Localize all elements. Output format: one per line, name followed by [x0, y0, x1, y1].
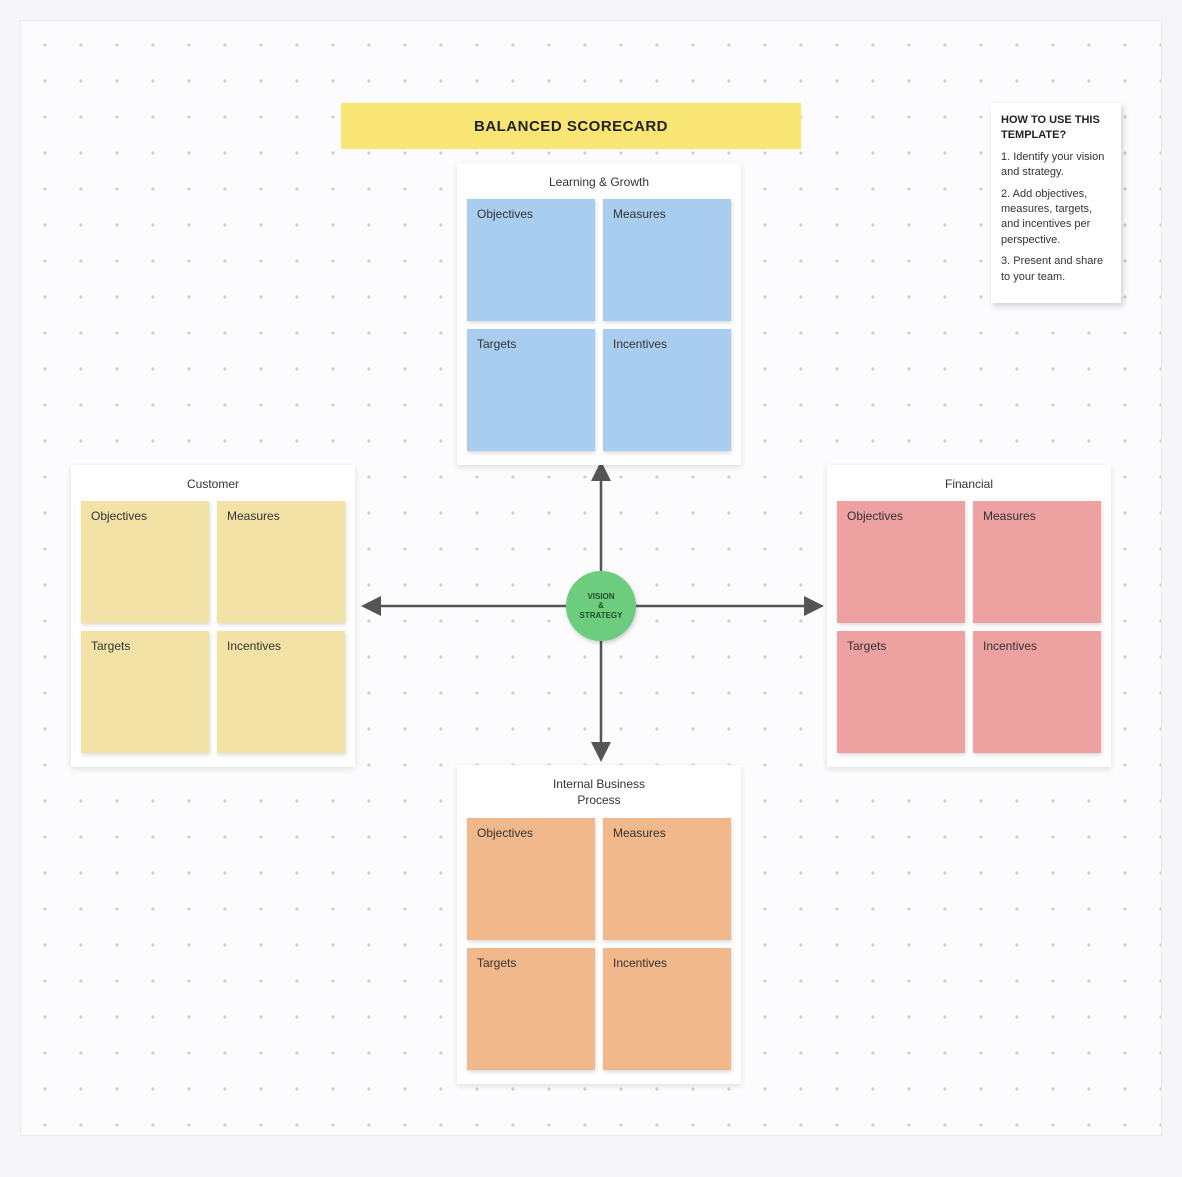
- hub-vision-strategy[interactable]: VISION & STRATEGY: [566, 571, 636, 641]
- card-grid-left: Objectives Measures Targets Incentives: [81, 501, 345, 753]
- card-label: Measures: [613, 207, 666, 221]
- card-objectives[interactable]: Objectives: [837, 501, 965, 623]
- help-box[interactable]: HOW TO USE THIS TEMPLATE? 1. Identify yo…: [991, 103, 1121, 303]
- card-objectives[interactable]: Objectives: [81, 501, 209, 623]
- hub-line2: &: [598, 601, 604, 610]
- card-measures[interactable]: Measures: [973, 501, 1101, 623]
- card-grid-right: Objectives Measures Targets Incentives: [837, 501, 1101, 753]
- hub-line1: VISION: [587, 592, 614, 601]
- card-targets[interactable]: Targets: [837, 631, 965, 753]
- card-label: Targets: [91, 639, 130, 653]
- panel-title-top: Learning & Growth: [467, 175, 731, 189]
- card-label: Targets: [847, 639, 886, 653]
- card-incentives[interactable]: Incentives: [973, 631, 1101, 753]
- panel-title-bottom: Internal Business Process: [467, 777, 731, 808]
- help-step-1: 1. Identify your vision and strategy.: [1001, 150, 1111, 181]
- title-banner[interactable]: BALANCED SCORECARD: [341, 103, 801, 149]
- card-label: Objectives: [91, 509, 147, 523]
- card-incentives[interactable]: Incentives: [217, 631, 345, 753]
- perspective-financial[interactable]: Financial Objectives Measures Targets In…: [827, 465, 1111, 767]
- title-text: BALANCED SCORECARD: [474, 118, 668, 135]
- panel-title-left: Customer: [81, 477, 345, 491]
- title-line2: Process: [577, 793, 620, 807]
- card-label: Measures: [983, 509, 1036, 523]
- card-label: Incentives: [227, 639, 281, 653]
- card-incentives[interactable]: Incentives: [603, 329, 731, 451]
- hub-line3: STRATEGY: [580, 611, 623, 620]
- title-line1: Internal Business: [553, 777, 645, 791]
- perspective-learning-growth[interactable]: Learning & Growth Objectives Measures Ta…: [457, 163, 741, 465]
- panel-title-right: Financial: [837, 477, 1101, 491]
- card-incentives[interactable]: Incentives: [603, 948, 731, 1070]
- perspective-internal-business-process[interactable]: Internal Business Process Objectives Mea…: [457, 765, 741, 1084]
- card-targets[interactable]: Targets: [467, 329, 595, 451]
- card-label: Incentives: [983, 639, 1037, 653]
- help-title: HOW TO USE THIS TEMPLATE?: [1001, 113, 1111, 144]
- card-label: Objectives: [477, 207, 533, 221]
- card-grid-top: Objectives Measures Targets Incentives: [467, 199, 731, 451]
- card-grid-bottom: Objectives Measures Targets Incentives: [467, 818, 731, 1070]
- card-targets[interactable]: Targets: [81, 631, 209, 753]
- card-label: Targets: [477, 956, 516, 970]
- diagram-canvas[interactable]: BALANCED SCORECARD HOW TO USE THIS TEMPL…: [20, 20, 1162, 1136]
- card-measures[interactable]: Measures: [603, 199, 731, 321]
- card-label: Measures: [613, 826, 666, 840]
- hub-label: VISION & STRATEGY: [580, 592, 623, 621]
- perspective-customer[interactable]: Customer Objectives Measures Targets Inc…: [71, 465, 355, 767]
- card-label: Incentives: [613, 956, 667, 970]
- card-measures[interactable]: Measures: [217, 501, 345, 623]
- help-step-2: 2. Add objectives, measures, targets, an…: [1001, 187, 1111, 249]
- card-targets[interactable]: Targets: [467, 948, 595, 1070]
- card-label: Incentives: [613, 337, 667, 351]
- help-step-3: 3. Present and share to your team.: [1001, 254, 1111, 285]
- card-objectives[interactable]: Objectives: [467, 199, 595, 321]
- card-label: Objectives: [477, 826, 533, 840]
- card-label: Targets: [477, 337, 516, 351]
- card-label: Measures: [227, 509, 280, 523]
- card-objectives[interactable]: Objectives: [467, 818, 595, 940]
- card-measures[interactable]: Measures: [603, 818, 731, 940]
- card-label: Objectives: [847, 509, 903, 523]
